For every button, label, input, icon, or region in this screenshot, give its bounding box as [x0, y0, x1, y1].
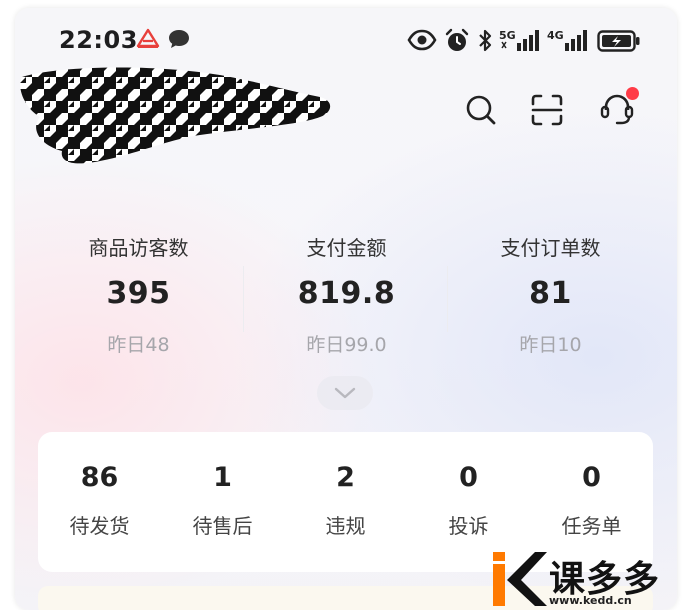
redacted-account-name: [20, 65, 332, 167]
signal-icon: 5G: [499, 28, 541, 58]
alarm-icon: [444, 28, 470, 58]
order-label: 任务单: [561, 514, 622, 538]
order-label: 待发货: [69, 514, 130, 538]
stat-previous: 昨日48: [107, 334, 170, 356]
expand-stats-button[interactable]: [317, 376, 373, 410]
stat-payment-orders[interactable]: 支付订单数 81 昨日10: [447, 228, 654, 368]
scan-button[interactable]: [527, 90, 567, 130]
stat-label: 支付订单数: [500, 236, 601, 260]
customer-service-button[interactable]: [597, 87, 639, 130]
order-count: 86: [80, 462, 119, 493]
search-icon: [461, 95, 501, 134]
scan-icon: [527, 94, 567, 134]
battery-charging-icon: [597, 28, 641, 58]
stat-label: 支付金额: [306, 236, 387, 260]
order-pending-shipment[interactable]: 86 待发货: [38, 432, 161, 572]
stats-panel: 商品访客数 395 昨日48 支付金额 819.8 昨日99.0 支付订单数 8…: [35, 228, 657, 368]
stat-visitors[interactable]: 商品访客数 395 昨日48: [35, 228, 242, 368]
status-icons: 5G 4G: [407, 28, 640, 56]
net-label-4g: 4G: [547, 29, 564, 42]
order-label: 待售后: [192, 514, 253, 538]
notification-dot: [626, 87, 639, 100]
kedd-logo-icon: [491, 550, 547, 610]
phone-screen: 22:03 5G 4G 商品访客数 395 昨日48 支付金额 819.8 昨日…: [15, 8, 677, 610]
stat-payment-amount[interactable]: 支付金额 819.8 昨日99.0: [243, 228, 450, 368]
order-count: 0: [582, 462, 601, 493]
order-count: 1: [213, 462, 232, 493]
app-notification-icon: [136, 28, 160, 50]
stat-value: 395: [106, 276, 171, 311]
net-label-5g: 5G: [499, 29, 516, 42]
stat-label: 商品访客数: [88, 236, 189, 260]
order-pending-aftersale[interactable]: 1 待售后: [161, 432, 284, 572]
chat-bubble-icon: [167, 28, 191, 50]
order-count: 0: [459, 462, 478, 493]
status-time: 22:03: [59, 26, 138, 54]
order-label: 投诉: [448, 514, 489, 538]
stat-previous: 昨日99.0: [306, 334, 387, 356]
search-button[interactable]: [461, 90, 501, 130]
watermark-url: www.kedd.cn: [549, 594, 632, 607]
stat-value: 819.8: [297, 276, 396, 311]
status-bar: 22:03 5G 4G: [15, 8, 677, 70]
order-violations[interactable]: 2 违规: [284, 432, 407, 572]
header-actions: [461, 87, 639, 130]
order-label: 违规: [325, 514, 366, 538]
eye-icon: [407, 28, 437, 56]
bluetooth-icon: [477, 28, 493, 58]
signal-icon-2: 4G: [547, 28, 589, 58]
stat-previous: 昨日10: [519, 334, 582, 356]
stat-value: 81: [529, 276, 572, 311]
watermark: 课多多 www.kedd.cn: [487, 550, 691, 610]
order-count: 2: [336, 462, 355, 493]
customer-service-icon: [597, 94, 637, 134]
